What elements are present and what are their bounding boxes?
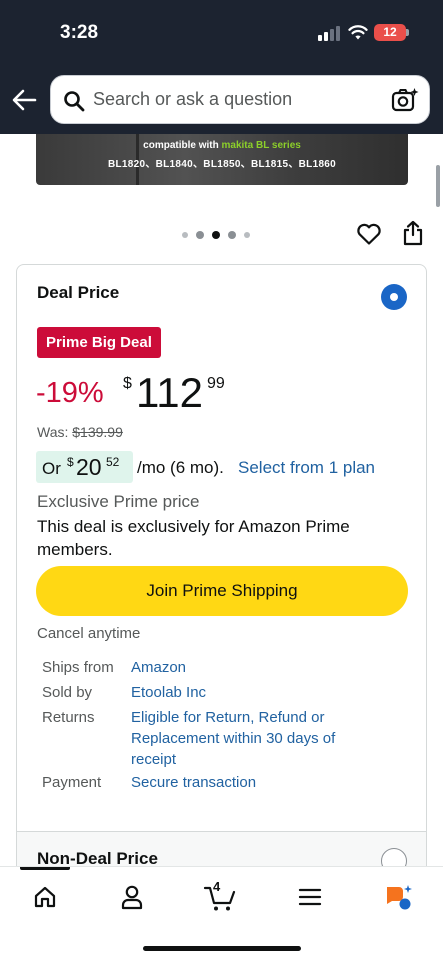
carousel-dot-active[interactable] (212, 231, 220, 239)
monthly-currency: $ (67, 455, 74, 469)
battery-indicator: 12 (374, 24, 406, 41)
carousel-dot[interactable] (182, 232, 188, 238)
home-indicator[interactable] (143, 946, 301, 951)
monthly-fraction: 52 (106, 455, 120, 469)
sold-by-value[interactable]: Etoolab Inc (131, 682, 371, 703)
discount-percent: -19% (36, 377, 104, 409)
heart-icon[interactable] (356, 222, 382, 246)
was-price-value: $139.99 (72, 424, 123, 440)
price-whole: 112 (136, 369, 203, 416)
ships-from-value[interactable]: Amazon (131, 657, 371, 678)
was-label: Was: (37, 424, 73, 440)
carousel-dot[interactable] (196, 231, 204, 239)
image-caption-prefix: compatible with (143, 140, 222, 151)
product-image[interactable]: compatible with makita BL series BL1820、… (36, 134, 408, 185)
deal-price-title: Deal Price (37, 283, 120, 302)
search-bar[interactable] (50, 75, 430, 124)
join-prime-button[interactable]: Join Prime Shipping (36, 566, 408, 616)
camera-lens-icon[interactable] (391, 87, 419, 113)
deal-price-card: Deal Price Prime Big Deal -19% $ 112 99 … (16, 264, 427, 904)
nav-home[interactable] (25, 881, 65, 913)
payment-value[interactable]: Secure transaction (131, 772, 371, 793)
share-icon[interactable] (402, 220, 424, 246)
monthly-prefix: Or (42, 459, 61, 478)
exclusive-prime-label: Exclusive Prime price (37, 492, 200, 511)
image-caption-line1: compatible with makita BL series (36, 140, 408, 151)
returns-value[interactable]: Eligible for Return, Refund or Replaceme… (131, 707, 371, 770)
signal-icon (318, 25, 340, 41)
carousel-dot[interactable] (244, 232, 250, 238)
cancel-anytime-text: Cancel anytime (37, 625, 141, 642)
returns-label: Returns (42, 709, 95, 726)
menu-icon (298, 888, 322, 906)
exclusive-deal-text: This deal is exclusively for Amazon Prim… (37, 517, 350, 559)
app-header: 3:28 12 (0, 0, 443, 134)
search-input[interactable] (93, 76, 383, 123)
bottom-navigation: 4 (0, 866, 443, 960)
status-time: 3:28 (60, 22, 99, 43)
ships-from-label: Ships from (42, 659, 114, 676)
battery-tip (406, 29, 409, 36)
nav-account[interactable] (112, 881, 152, 913)
deal-price-radio[interactable] (381, 284, 407, 310)
rufus-assistant-icon (387, 885, 412, 910)
nav-rufus[interactable] (378, 881, 418, 913)
carousel-dot[interactable] (228, 231, 236, 239)
monthly-whole: 20 (76, 454, 102, 480)
price-fraction: 99 (207, 375, 225, 392)
account-icon (121, 885, 143, 910)
prime-big-deal-badge: Prime Big Deal (37, 327, 161, 358)
scrollbar[interactable] (436, 165, 440, 207)
was-price: Was: $139.99 (37, 424, 123, 440)
back-arrow-icon[interactable] (10, 86, 38, 114)
sold-by-label: Sold by (42, 684, 93, 701)
monthly-payment-box: Or $ 20 52 (36, 451, 133, 483)
select-plan-link[interactable]: Select from 1 plan (238, 458, 375, 478)
image-caption-brand: makita BL series (221, 140, 301, 151)
active-tab-indicator (20, 867, 70, 870)
search-icon (64, 91, 85, 112)
nav-menu[interactable] (290, 881, 330, 913)
cart-count: 4 (213, 879, 221, 894)
monthly-suffix: /mo (6 mo). (137, 458, 224, 477)
price-currency: $ (123, 375, 132, 392)
image-caption-models: BL1820、BL1840、BL1850、BL1815、BL1860 (107, 159, 337, 170)
image-carousel-dots[interactable] (182, 231, 250, 239)
home-icon (34, 886, 56, 908)
wifi-icon (348, 25, 368, 40)
payment-label: Payment (42, 774, 102, 791)
nav-cart[interactable]: 4 (200, 879, 240, 913)
